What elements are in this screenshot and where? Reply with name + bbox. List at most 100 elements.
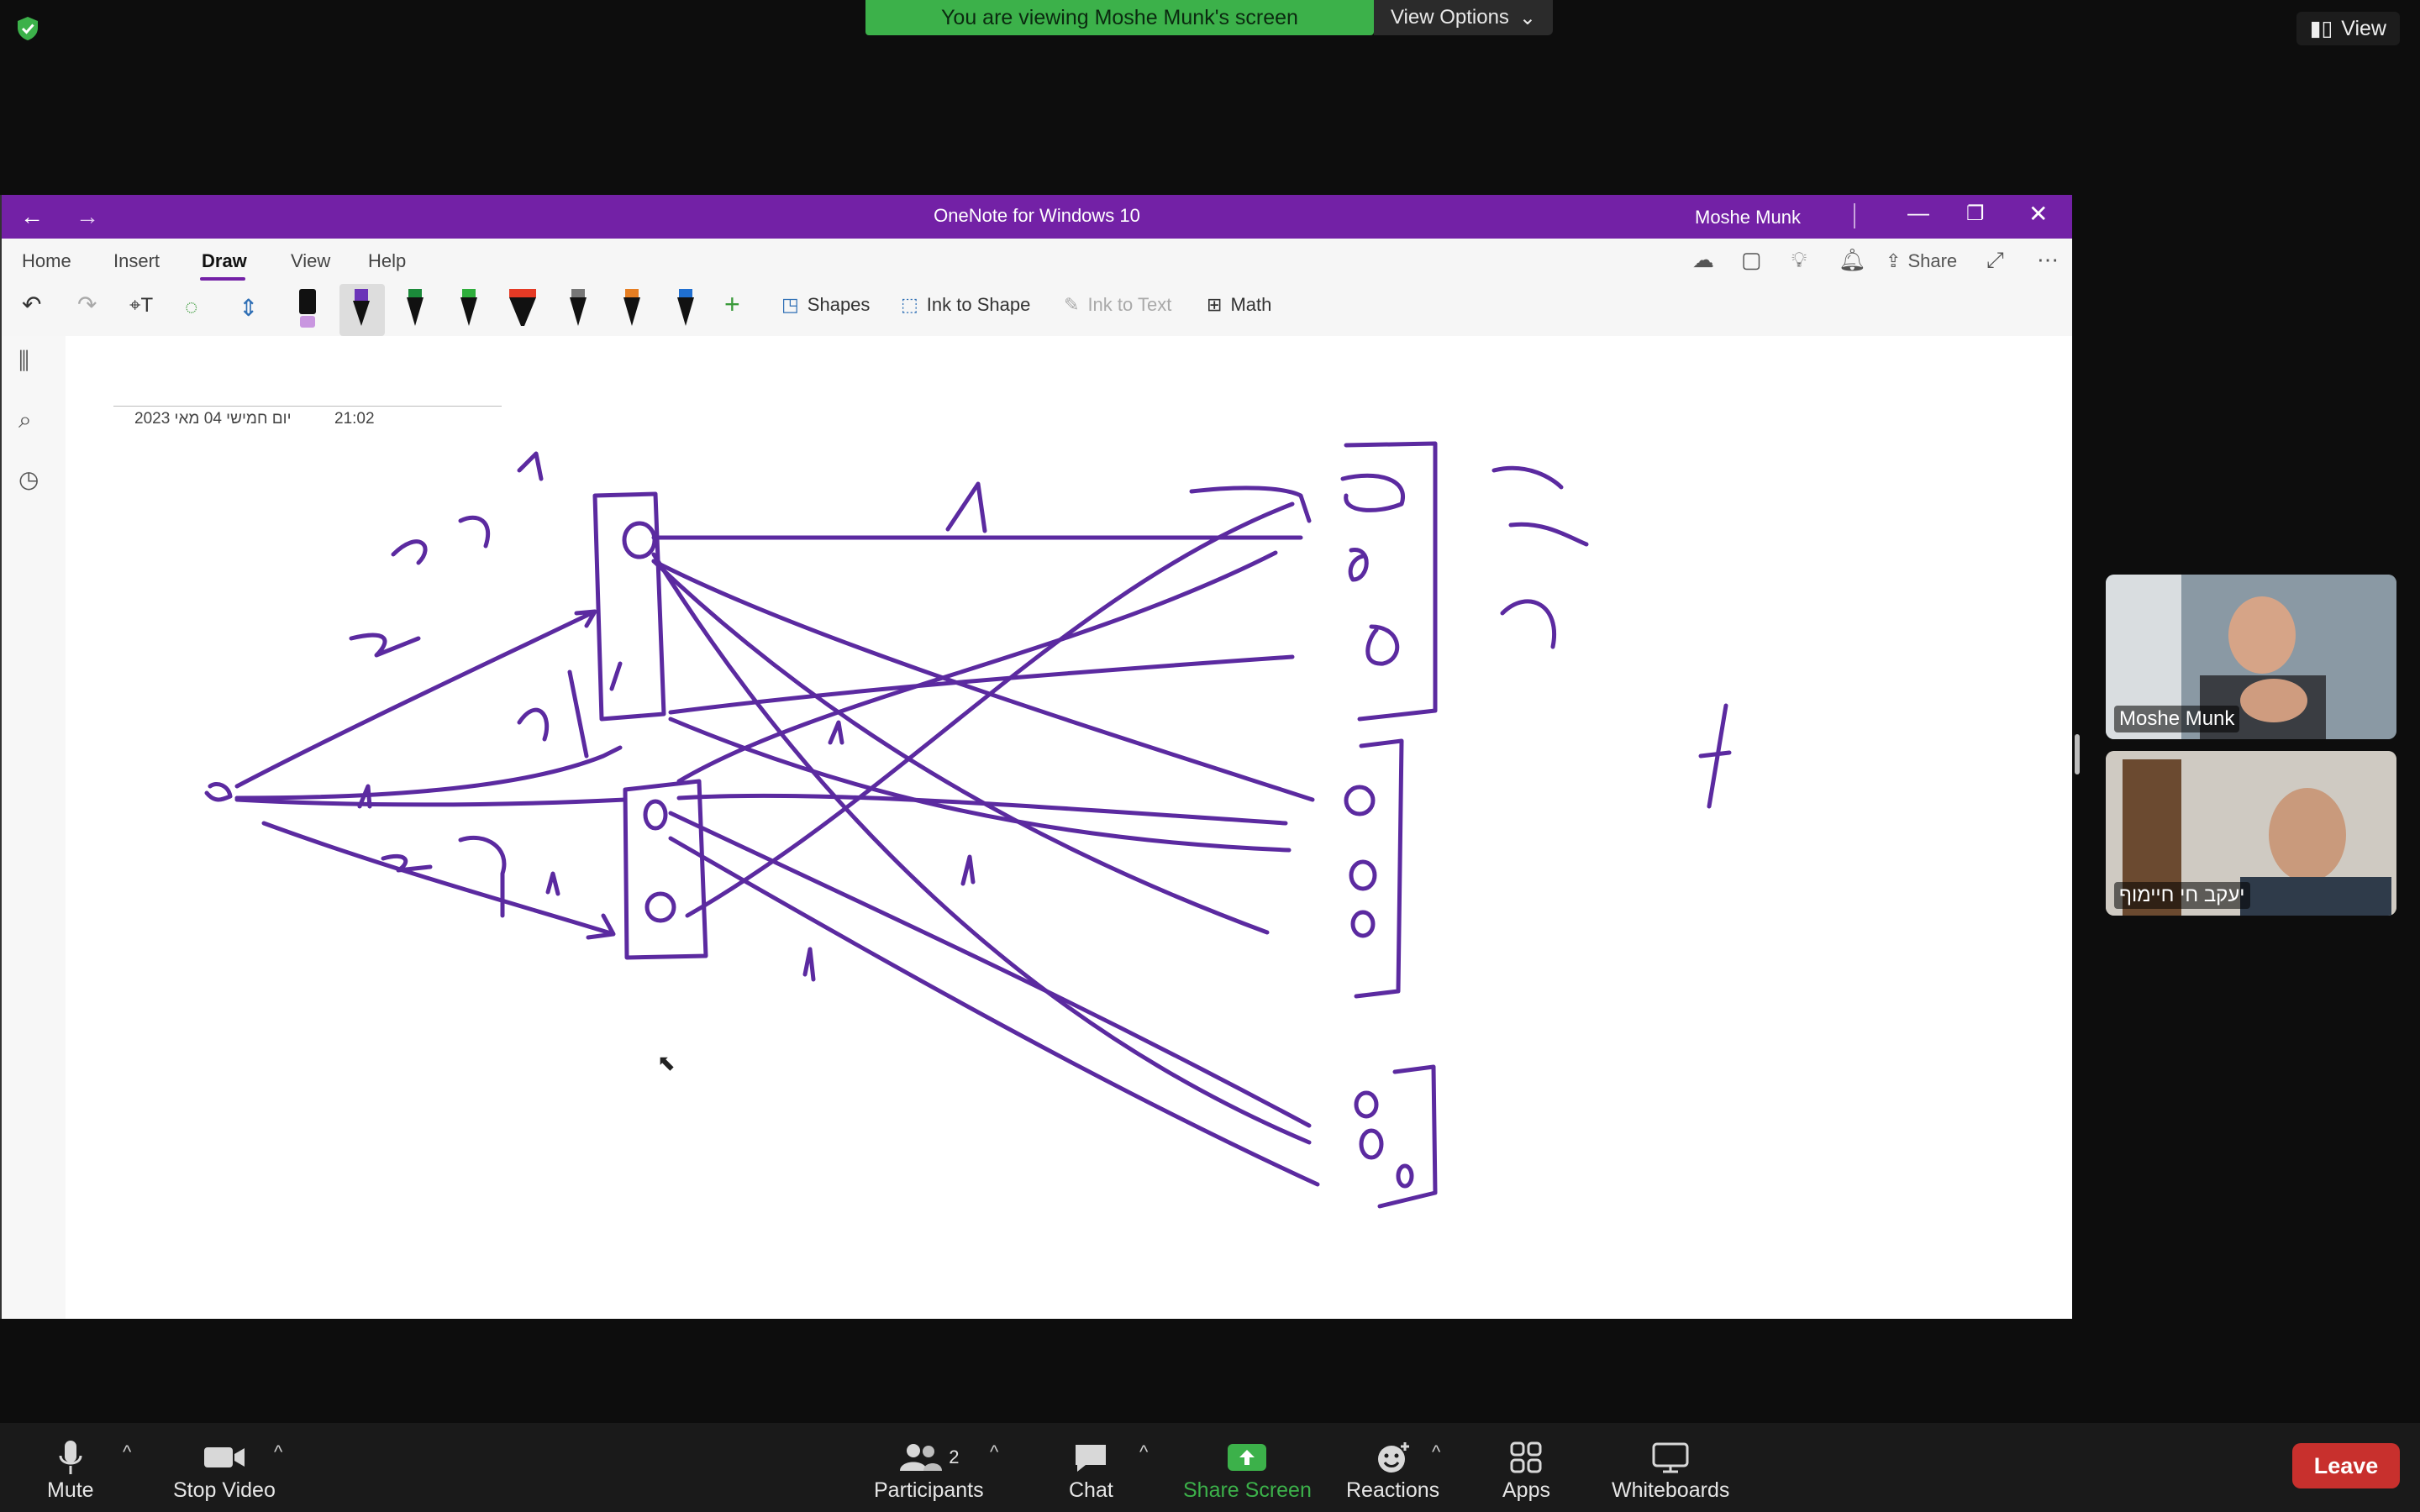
tab-view[interactable]: View (291, 250, 330, 272)
chat-bubble-icon (1072, 1436, 1109, 1478)
lightbulb-icon[interactable]: 💡︎ (1791, 247, 1807, 274)
bell-icon[interactable]: 🔔︎ (1839, 247, 1866, 273)
green-pen-icon[interactable] (398, 287, 432, 333)
audio-options-caret-icon[interactable]: ^ (123, 1441, 131, 1463)
reactions-label: Reactions (1346, 1478, 1440, 1502)
restore-icon[interactable]: ❐ (1966, 202, 1985, 226)
add-space-icon[interactable]: ⇕ (239, 294, 258, 322)
note-canvas[interactable]: יום חמישי 04 מאי 2023 21:02 (66, 336, 2072, 1319)
navigation-sidebar: ⫼ ⌕ ◷ (2, 336, 66, 1319)
view-button[interactable]: ▮▯ View (2296, 12, 2400, 45)
participants-caret-icon[interactable]: ^ (990, 1441, 998, 1463)
chat-button[interactable]: Chat (1069, 1436, 1113, 1503)
participants-icon: 2 (898, 1436, 959, 1478)
math-icon: ⊞ (1207, 294, 1223, 315)
shapes-button[interactable]: ◳ Shapes (781, 294, 870, 316)
notebooks-icon[interactable]: ⫼ (18, 348, 29, 375)
ink-node (643, 799, 668, 831)
tab-help[interactable]: Help (368, 250, 406, 272)
ink-node (1396, 1163, 1414, 1189)
add-pen-icon[interactable]: + (724, 289, 740, 320)
ink-bracket-right-2 (1354, 738, 1404, 999)
notebook-icon[interactable]: ▢ (1741, 247, 1762, 273)
ink-node (622, 521, 657, 559)
lime-pen-icon[interactable] (452, 287, 486, 333)
video-options-caret-icon[interactable]: ^ (274, 1441, 282, 1463)
apps-button[interactable]: Apps (1502, 1436, 1550, 1503)
participants-button[interactable]: 2 Participants (874, 1436, 984, 1503)
reactions-caret-icon[interactable]: ^ (1432, 1441, 1440, 1463)
ink-to-shape-button[interactable]: ⬚ Ink to Shape (901, 294, 1030, 316)
share-screen-icon (1226, 1436, 1268, 1478)
sync-icon[interactable]: ☁ (1692, 247, 1714, 273)
leave-meeting-button[interactable]: Leave (2292, 1443, 2400, 1488)
share-button[interactable]: ⇪ Share (1886, 250, 1957, 272)
ink-hebrew-word (517, 661, 623, 759)
shapes-label: Shapes (807, 294, 871, 315)
redo-icon[interactable]: ↷ (77, 291, 97, 318)
chat-label: Chat (1069, 1478, 1113, 1502)
mute-label: Mute (47, 1478, 94, 1502)
share-screen-button[interactable]: Share Screen (1183, 1436, 1312, 1503)
search-icon[interactable]: ⌕ (18, 407, 32, 434)
math-button[interactable]: ⊞ Math (1207, 294, 1271, 316)
panel-resize-handle[interactable] (2075, 734, 2080, 774)
recent-notes-icon[interactable]: ◷ (18, 465, 39, 493)
ink-node (1344, 785, 1376, 816)
ink-label-1 (802, 947, 816, 982)
title-bar: ← → OneNote for Windows 10 Moshe Munk — … (2, 195, 2072, 239)
ink-hebrew-word (1491, 465, 1589, 649)
reactions-button[interactable]: Reactions (1346, 1436, 1439, 1503)
view-options-button[interactable]: View Options ⌄ (1374, 0, 1553, 35)
highlighter-pen-icon[interactable] (291, 287, 324, 333)
ink-hebrew-word (391, 451, 544, 565)
handwritten-diagram (204, 441, 1732, 1209)
tab-home[interactable]: Home (22, 250, 71, 272)
video-tile-yaakov[interactable]: יעקב חי חיימוף (2106, 751, 2396, 916)
close-icon[interactable]: ✕ (2028, 200, 2048, 228)
tab-insert[interactable]: Insert (113, 250, 160, 272)
draw-ribbon: ↶ ↷ ⌖T ◌ ⇕ + ◳ Shapes ⬚ Ink to Shape ✎ Ink … (2, 281, 2072, 337)
orange-pen-icon[interactable] (615, 287, 649, 333)
whiteboard-icon (1651, 1436, 1690, 1478)
fullscreen-icon[interactable]: ⤢ (1986, 247, 2004, 274)
ink-edge (685, 501, 1295, 918)
chat-caret-icon[interactable]: ^ (1139, 1441, 1148, 1463)
shapes-icon: ◳ (781, 294, 799, 315)
ink-edge (651, 552, 1312, 1145)
tab-draw[interactable]: Draw (202, 250, 247, 272)
video-tile-moshe[interactable]: Moshe Munk (2106, 575, 2396, 739)
stop-video-button[interactable]: Stop Video (173, 1436, 276, 1503)
ink-node (1349, 859, 1377, 891)
minimize-icon[interactable]: — (1907, 200, 1929, 226)
chevron-down-icon: ⌄ (1518, 6, 1537, 29)
ribbon-tabs: Home Insert Draw View Help ☁ ▢ 💡︎ 🔔︎ ⇪ S… (2, 239, 2072, 281)
black-pen-icon[interactable] (561, 287, 595, 333)
ink-label-1 (545, 871, 560, 896)
more-options-icon[interactable]: ⋯ (2037, 247, 2059, 273)
math-label: Math (1230, 294, 1272, 315)
account-name[interactable]: Moshe Munk (1695, 207, 1801, 228)
blue-pen-icon[interactable] (669, 287, 702, 333)
ink-node (1350, 910, 1376, 938)
whiteboards-button[interactable]: Whiteboards (1612, 1436, 1729, 1503)
undo-icon[interactable]: ↶ (22, 291, 41, 318)
lasso-select-icon[interactable]: ◌ (185, 294, 197, 320)
ink-to-text-button[interactable]: ✎ Ink to Text (1064, 294, 1171, 316)
type-select-icon[interactable]: ⌖T (129, 294, 153, 318)
security-shield-icon[interactable] (15, 15, 40, 42)
apps-label: Apps (1502, 1478, 1550, 1502)
meeting-controls-bar: Mute ^ Stop Video ^ 2 Participants ^ Cha… (0, 1423, 2420, 1512)
red-highlighter-icon[interactable] (506, 287, 539, 333)
ink-label-2 (349, 633, 421, 658)
onenote-window: ← → OneNote for Windows 10 Moshe Munk — … (0, 195, 2072, 1319)
purple-pen-icon[interactable] (345, 287, 378, 333)
ink-bracket-right-1 (1344, 441, 1438, 722)
ink-to-shape-label: Ink to Shape (926, 294, 1031, 315)
ink-edge (668, 836, 1320, 1187)
mute-button[interactable]: Mute (47, 1436, 94, 1503)
view-options-label: View Options (1390, 6, 1509, 29)
stop-video-label: Stop Video (173, 1478, 276, 1502)
ink-mark-t (1698, 703, 1732, 809)
ink-to-text-label: Ink to Text (1087, 294, 1172, 315)
